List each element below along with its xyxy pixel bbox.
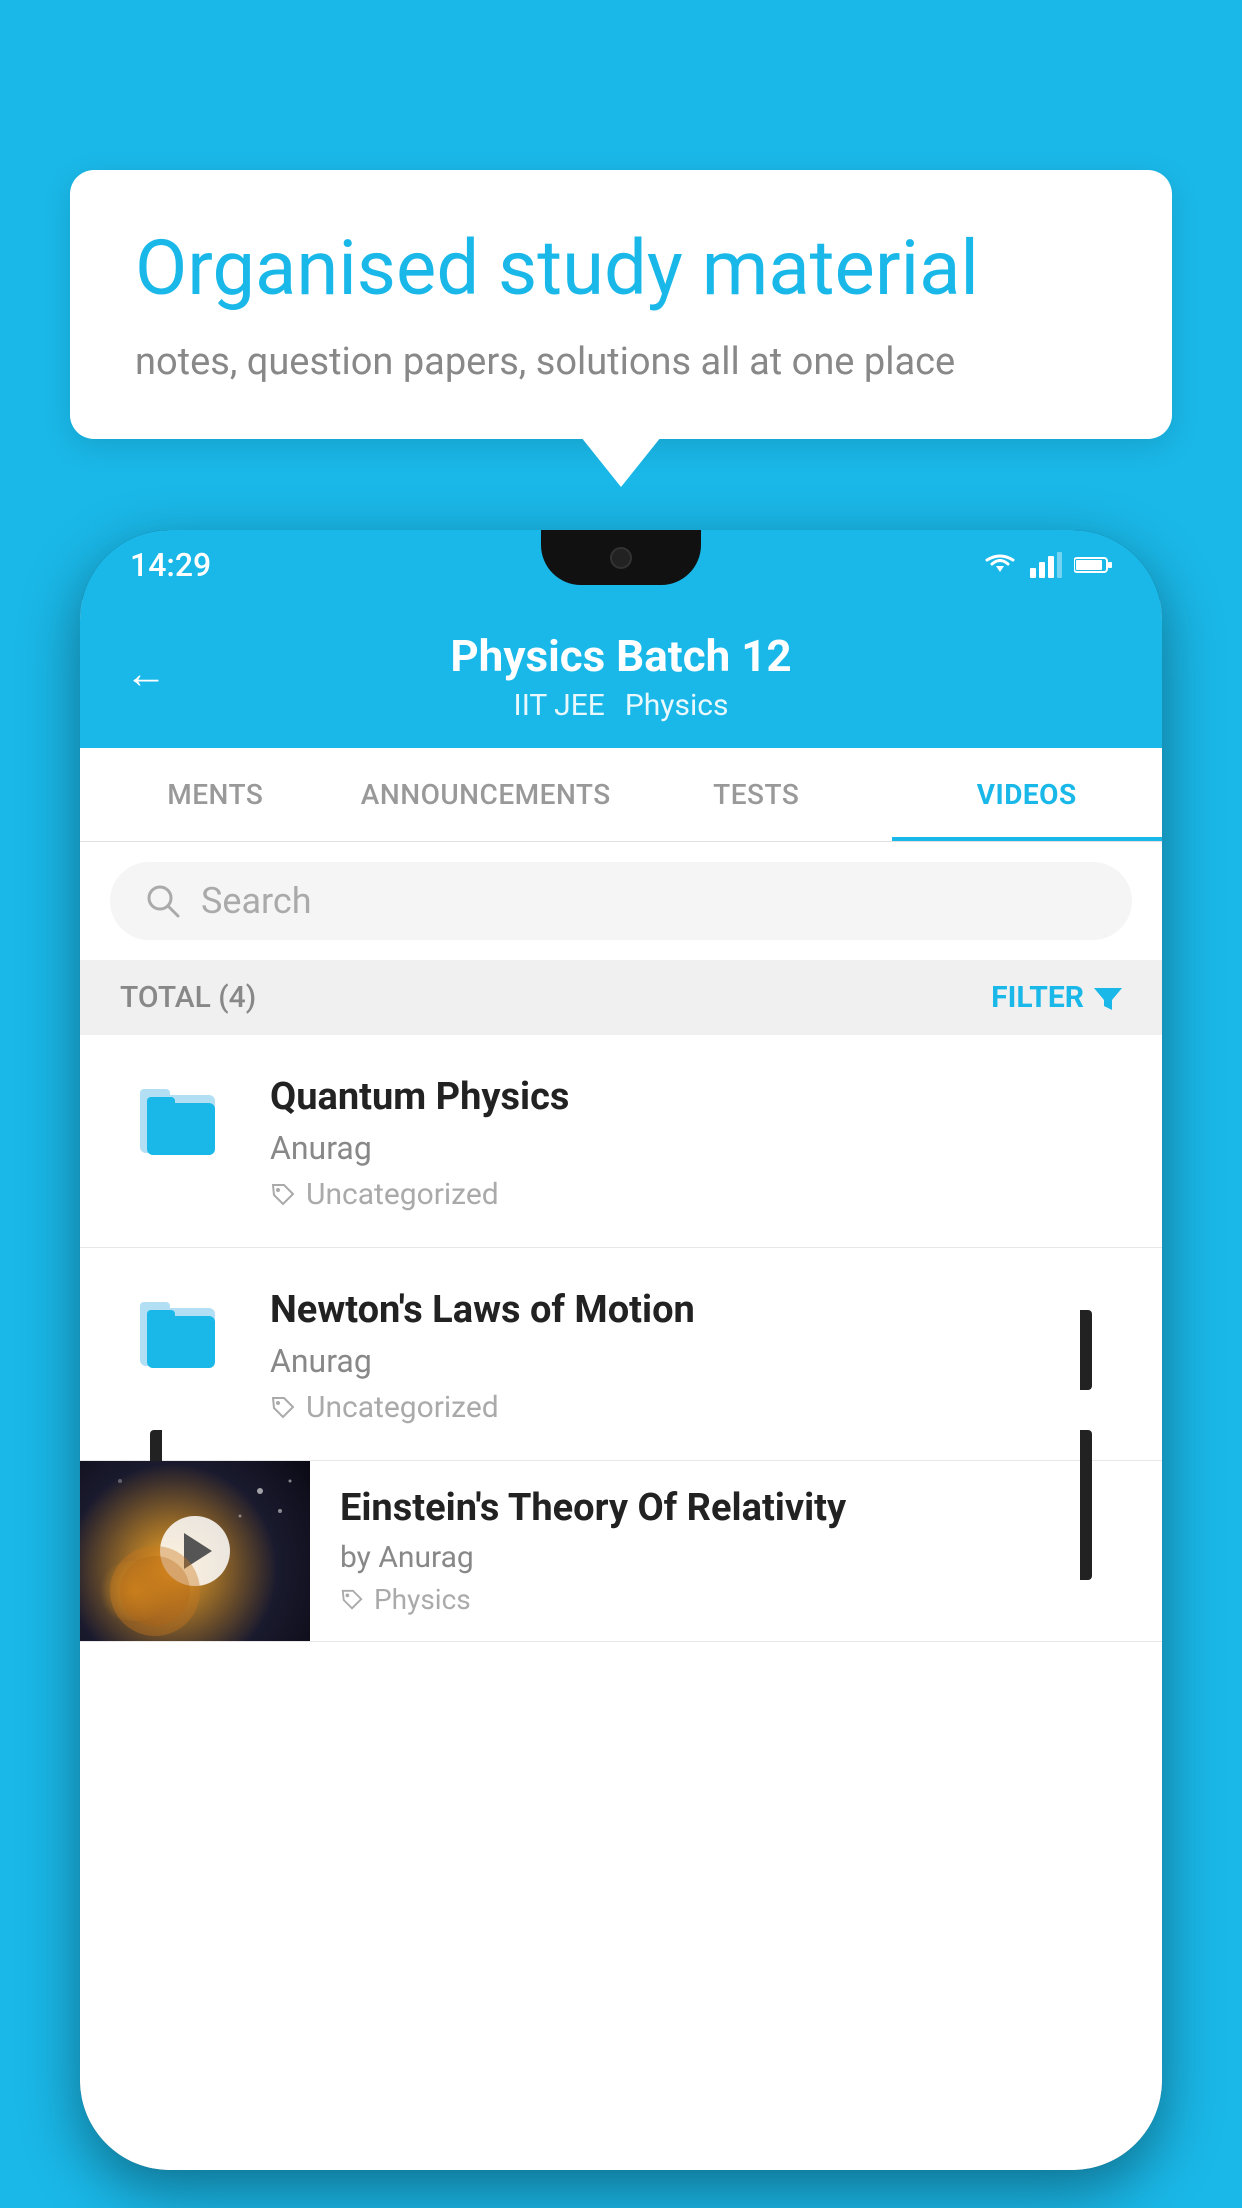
- tag-icon: [270, 1395, 296, 1421]
- tag-icon: [270, 1182, 296, 1208]
- bubble-title: Organised study material: [135, 225, 1107, 312]
- list-item[interactable]: Newton's Laws of Motion Anurag Uncategor…: [80, 1248, 1162, 1461]
- tag-label: Physics: [374, 1583, 471, 1616]
- side-button-right-top: [1080, 1310, 1092, 1390]
- side-button-right-bottom: [1080, 1430, 1092, 1580]
- tab-videos[interactable]: VIDEOS: [892, 748, 1163, 841]
- video-tag: Uncategorized: [270, 1390, 1122, 1425]
- header-subtitle: IIT JEE Physics: [514, 688, 729, 723]
- folder-thumbnail: [120, 1070, 240, 1170]
- wifi-icon: [982, 552, 1018, 578]
- video-thumbnail: [80, 1461, 310, 1641]
- filter-bar: TOTAL (4) FILTER: [80, 960, 1162, 1035]
- search-placeholder: Search: [201, 880, 312, 922]
- status-icons: [982, 552, 1112, 578]
- video-title: Newton's Laws of Motion: [270, 1288, 1122, 1332]
- battery-icon: [1074, 555, 1112, 575]
- bubble-subtitle: notes, question papers, solutions all at…: [135, 340, 1107, 384]
- app-header: ← Physics Batch 12 IIT JEE Physics: [80, 600, 1162, 748]
- video-author: Anurag: [270, 1342, 1122, 1380]
- folder-thumbnail: [120, 1283, 240, 1383]
- header-tag-iitjee: IIT JEE: [514, 688, 605, 723]
- phone-frame: 14:29: [80, 530, 1162, 2170]
- video-title: Einstein's Theory Of Relativity: [340, 1486, 1132, 1530]
- status-bar: 14:29: [80, 530, 1162, 600]
- tab-announcements[interactable]: ANNOUNCEMENTS: [351, 748, 622, 841]
- speech-bubble: Organised study material notes, question…: [70, 170, 1172, 439]
- search-container: Search: [80, 842, 1162, 960]
- video-author: by Anurag: [340, 1540, 1132, 1575]
- search-box[interactable]: Search: [110, 862, 1132, 940]
- video-author: Anurag: [270, 1129, 1122, 1167]
- signal-icon: [1030, 552, 1062, 578]
- filter-icon: [1094, 984, 1122, 1012]
- tab-tests[interactable]: TESTS: [621, 748, 892, 841]
- video-title: Quantum Physics: [270, 1075, 1122, 1119]
- video-tag: Uncategorized: [270, 1177, 1122, 1212]
- tag-label: Uncategorized: [306, 1177, 499, 1212]
- total-count: TOTAL (4): [120, 980, 256, 1015]
- filter-button[interactable]: FILTER: [991, 980, 1122, 1015]
- tag-icon: [340, 1588, 364, 1612]
- filter-label: FILTER: [991, 980, 1084, 1015]
- tabs-bar: MENTS ANNOUNCEMENTS TESTS VIDEOS: [80, 748, 1162, 842]
- app-screen: ← Physics Batch 12 IIT JEE Physics MENTS…: [80, 600, 1162, 2170]
- back-button[interactable]: ←: [125, 650, 167, 699]
- video-info: Einstein's Theory Of Relativity by Anura…: [310, 1461, 1162, 1641]
- video-info: Quantum Physics Anurag Uncategorized: [270, 1070, 1122, 1212]
- video-info: Newton's Laws of Motion Anurag Uncategor…: [270, 1283, 1122, 1425]
- status-time: 14:29: [130, 546, 211, 584]
- folder-icon: [135, 1288, 225, 1378]
- phone-notch: [541, 530, 701, 585]
- header-tag-physics: Physics: [625, 688, 729, 723]
- tab-ments[interactable]: MENTS: [80, 748, 351, 841]
- page-title: Physics Batch 12: [450, 630, 791, 682]
- search-icon: [145, 883, 181, 919]
- stars-decoration: [80, 1461, 310, 1641]
- tag-label: Uncategorized: [306, 1390, 499, 1425]
- folder-icon: [135, 1075, 225, 1165]
- video-tag: Physics: [340, 1583, 1132, 1616]
- list-item[interactable]: Einstein's Theory Of Relativity by Anura…: [80, 1461, 1162, 1642]
- video-list: Quantum Physics Anurag Uncategorized: [80, 1035, 1162, 2170]
- list-item[interactable]: Quantum Physics Anurag Uncategorized: [80, 1035, 1162, 1248]
- camera: [610, 547, 632, 569]
